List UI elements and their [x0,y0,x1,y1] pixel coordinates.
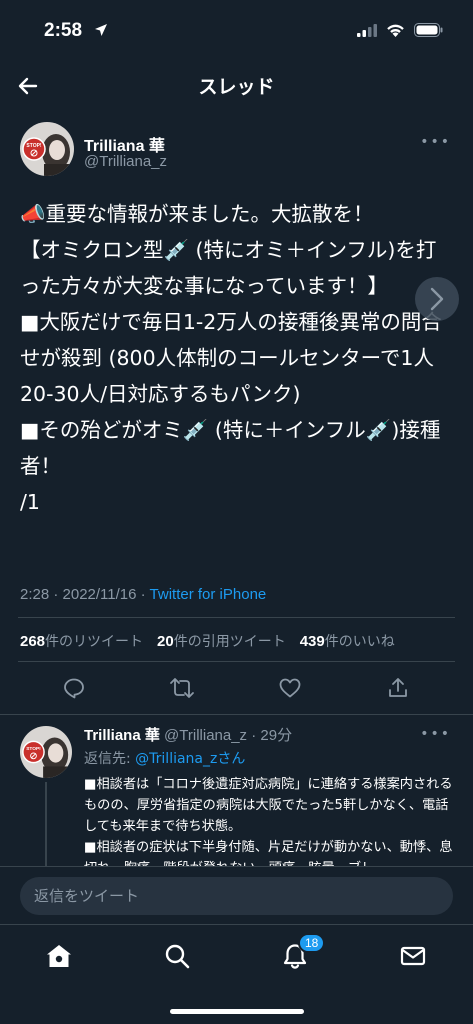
tweet-text: 📣重要な情報が来ました。大拡散を！ 【オミクロン型💉 (特にオミ＋インフル)を打… [20,202,442,514]
retweet-button[interactable] [166,672,198,704]
wifi-icon [386,22,405,41]
tweet-source-link[interactable]: Twitter for iPhone [150,586,267,603]
chevron-right-icon [430,287,444,311]
author-handle[interactable]: @Trilliana_z [84,153,167,170]
reply-input[interactable] [20,877,453,915]
home-icon [47,945,71,967]
retweet-icon [170,678,194,698]
avatar[interactable]: STOP! [20,726,72,778]
tab-messages[interactable] [396,939,430,973]
search-icon [165,944,190,969]
heart-icon [279,678,301,698]
status-icons [357,22,443,41]
status-time: 2:58 [44,20,83,41]
divider [18,661,455,662]
reply-header: Trilliana 華 @Trilliana_z · 29分 [84,724,292,745]
home-indicator [170,1009,304,1014]
battery-icon [414,22,443,41]
tab-home[interactable] [42,939,76,973]
quotes-label: 件の引用ツイート [173,633,286,649]
tweet-actions [0,672,473,706]
more-options-icon[interactable]: ••• [420,134,451,150]
reply-author-name[interactable]: Trilliana 華 [84,727,160,744]
avatar-stamp-text: STOP! [26,143,42,149]
reply-tweet[interactable]: STOP! Trilliana 華 @Trilliana_z · 29分 •••… [0,720,473,866]
share-button[interactable] [382,672,414,704]
likes-label: 件のいいね [324,633,395,649]
like-button[interactable] [274,672,306,704]
nav-bar: スレッド [0,62,473,110]
reply-to-prefix: 返信先: [84,751,136,767]
retweets-stat[interactable]: 268件のリツイート [20,631,143,651]
avatar-stamp-text: STOP! [26,746,41,752]
reply-text: ■相談者は「コロナ後遺症対応病院」に連絡する様案内されるものの、厚労省指定の病院… [84,777,453,866]
tab-bar: 18 [0,924,473,1024]
location-arrow-icon [94,22,108,41]
reply-to-handle[interactable]: @Trilliana_zさん [135,751,245,767]
thread-line [45,782,47,866]
tab-search[interactable] [160,939,194,973]
divider [0,714,473,715]
likes-count: 439 [299,633,325,650]
reply-icon [64,678,84,699]
tweet-timestamp: 2:28 · 2022/11/16 · [20,586,150,603]
more-options-icon[interactable]: ••• [420,726,451,742]
share-icon [389,678,407,697]
retweets-count: 268 [20,633,46,650]
quotes-stat[interactable]: 20件の引用ツイート [157,631,286,651]
status-bar: 2:58 [0,0,473,62]
quotes-count: 20 [157,633,174,650]
page-title: スレッド [198,76,275,98]
reply-author-handle[interactable]: @Trilliana_z · 29分 [164,727,292,744]
tweet-stats: 268件のリツイート 20件の引用ツイート 439件のいいね [20,631,395,651]
reply-button[interactable] [58,672,90,704]
likes-stat[interactable]: 439件のいいね [300,631,395,651]
tweet-meta: 2:28 · 2022/11/16 · Twitter for iPhone [20,586,266,603]
reply-composer [0,866,473,924]
retweets-label: 件のリツイート [45,633,144,649]
divider [18,617,455,618]
avatar[interactable]: STOP! [20,122,74,176]
cellular-signal-icon [357,22,377,41]
reply-to-line: 返信先: @Trilliana_zさん [84,748,245,768]
next-tweet-button[interactable] [415,277,459,321]
tweet-header: STOP! Trilliana 華 @Trilliana_z ••• [0,122,473,182]
notifications-badge: 18 [298,933,326,953]
envelope-icon [400,946,426,966]
